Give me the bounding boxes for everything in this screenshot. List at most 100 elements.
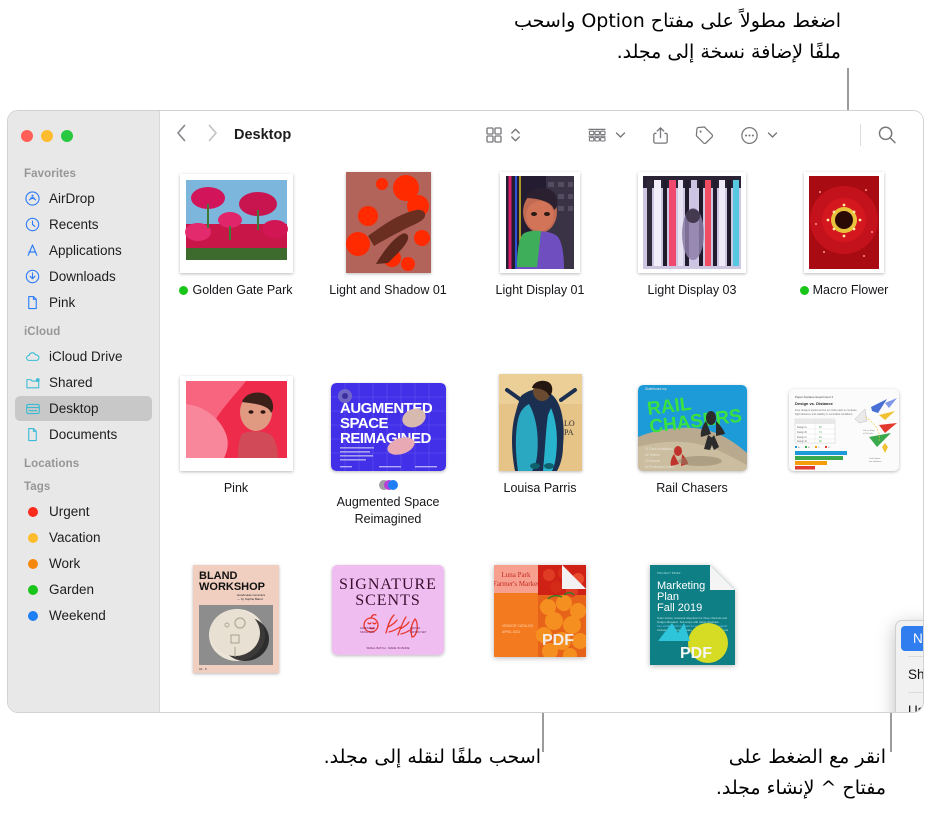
thumbnail [500,169,580,273]
svg-text:LIMITED: LIMITED [410,626,420,630]
file-name: Rail Chasers [656,481,728,495]
file-item[interactable]: Paper Airplane Experiment 1 Design vs. D… [768,367,920,528]
sidebar-item-downloads[interactable]: Downloads [15,264,152,289]
file-item[interactable]: Luna Park Farmer's Market VENDOR CATALOG… [464,565,616,678]
sidebar-item-vacation[interactable]: Vacation [15,525,152,550]
sidebar-item-airdrop[interactable]: AirDrop [15,186,152,211]
sidebar-item-label: Pink [49,295,76,310]
svg-text:see distance: see distance [869,460,882,463]
sidebar-item-label: Vacation [49,530,101,545]
svg-text:Lift vs. drag: Lift vs. drag [863,429,875,432]
file-item[interactable]: Light and Shadow 01 [312,169,464,299]
menu-item-label: New Folder [913,631,923,646]
sidebar-item-urgent[interactable]: Urgent [15,499,152,524]
toolbar-divider [860,124,861,146]
search-icon[interactable] [877,122,905,148]
sidebar-item-documents[interactable]: Documents [15,422,152,447]
applications-icon [24,242,41,259]
svg-text:Luna Park: Luna Park [502,571,531,579]
minimize-button[interactable] [41,130,53,142]
file-item[interactable]: LO PA Louisa Parris [464,367,616,528]
main-pane: Desktop Golden Gate Park Light and Shado… [160,111,923,712]
file-item[interactable]: PROJECT BRIEF Marketing Plan Fall 2019 T… [616,565,768,678]
svg-text:PA: PA [564,428,574,437]
thumbnail: Paper Airplane Experiment 1 Design vs. D… [789,367,899,471]
sidebar-item-shared[interactable]: Shared [15,370,152,395]
tag-dot-icon [24,529,41,546]
file-item[interactable]: SIGNATURE SCENTS HANDMADE SINCE 2014 LIM… [312,565,464,678]
svg-text:04 Production Notes: 04 Production Notes [645,465,674,469]
file-item[interactable]: Light Display 03 [616,169,768,299]
svg-text:02 Testroll: 02 Testroll [645,453,660,457]
file-item[interactable]: Golden Gate Park [160,169,312,299]
share-button[interactable] [652,122,669,148]
tag-icon[interactable] [695,122,714,148]
file-grid: Golden Gate Park Light and Shadow 01 Lig… [160,159,923,712]
sidebar-item-label: AirDrop [49,191,95,206]
file-item[interactable]: AUGMENTED SPACE REIMAGINED Augmented Spa… [312,367,464,528]
sidebar-item-work[interactable]: Work [15,551,152,576]
svg-text:flight distance and stability: flight distance and stability in control… [795,412,853,416]
file-row: Pink AUGMENTED SPACE REIMAGINED Augmente… [160,367,923,528]
back-button[interactable] [176,124,187,147]
sidebar-item-applications[interactable]: Applications [15,238,152,263]
svg-text:PDF: PDF [680,645,712,662]
download-icon [24,268,41,285]
context-menu[interactable]: New Folder Show Inspector Use Groups Sor… [895,620,923,712]
thumbnail [179,169,293,273]
forward-button[interactable] [207,124,218,147]
clock-icon [24,216,41,233]
file-label: Light and Shadow 01 [329,282,446,299]
svg-text:Trial winner:: Trial winner: [869,457,881,460]
svg-text:— by Sophie Bland: — by Sophie Bland [237,597,263,601]
file-item[interactable]: Pink [160,367,312,528]
svg-text:WORKSHOP: WORKSHOP [199,581,265,593]
callout-bottom-left: اسحب ملفًا لنقله إلى مجلد. [323,746,541,768]
shared-folder-icon [24,374,41,391]
file-label: Augmented Space Reimagined [323,480,453,528]
tag-dot-icon [24,555,41,572]
thumbnail [638,169,746,273]
file-item[interactable]: BLAND WORKSHOP Handmade Ceramics — by So… [160,565,312,678]
file-label: Light Display 03 [648,282,737,299]
thumbnail: AUGMENTED SPACE REIMAGINED [330,367,446,471]
svg-text:01 · 5: 01 · 5 [199,667,207,671]
zoom-button[interactable] [61,130,73,142]
tag-dots-icon [378,480,398,490]
menu-item-show-inspector[interactable]: Show Inspector [896,662,923,687]
chevron-updown-icon[interactable] [510,122,521,148]
chevron-down-icon[interactable] [767,122,778,148]
svg-text:01 Deck Installation: 01 Deck Installation [645,447,673,451]
thumbnail [345,169,431,273]
file-item[interactable]: Light Display 01 [464,169,616,299]
sidebar-item-weekend[interactable]: Weekend [15,603,152,628]
photo-pink [179,376,293,471]
icon-view-button[interactable] [485,122,503,148]
menu-item-new-folder[interactable]: New Folder [901,626,923,651]
pdf-marketing: PROJECT BRIEF Marketing Plan Fall 2019 T… [649,565,735,665]
svg-text:EDITION SET: EDITION SET [410,630,427,634]
file-item[interactable]: Macro Flower [768,169,920,299]
svg-text:LO: LO [564,419,575,428]
svg-text:HANDMADE: HANDMADE [360,626,375,630]
file-name: Pink [223,481,249,495]
callout-top: اضغط مطولاً على مفتاح Option واسحب ملفًا… [514,10,841,63]
sidebar-item-recents[interactable]: Recents [15,212,152,237]
svg-text:Design B: Design B [797,431,807,434]
file-name: Light and Shadow 01 [329,283,447,297]
thumbnail: Luna Park Farmer's Market VENDOR CATALOG… [494,565,586,669]
chevron-down-icon[interactable] [615,122,626,148]
close-button[interactable] [21,130,33,142]
tag-dot-icon [179,286,189,295]
sidebar-item-garden[interactable]: Garden [15,577,152,602]
more-button[interactable] [740,122,759,148]
sidebar-item-desktop[interactable]: Desktop [15,396,152,421]
sidebar-item-pink[interactable]: Pink [15,290,152,315]
group-by-button[interactable] [587,122,607,148]
sidebar-item-icloud-drive[interactable]: iCloud Drive [15,344,152,369]
file-item[interactable]: RAIL CHASERS Skateboard.mp 01 Deck Insta… [616,367,768,528]
svg-text:Four designs tested across ten: Four designs tested across ten trials ea… [795,408,857,412]
svg-text:APRIL 2021: APRIL 2021 [502,630,520,634]
file-name: Golden Gate Park [192,283,293,297]
menu-item-use-groups[interactable]: Use Groups [896,698,923,712]
